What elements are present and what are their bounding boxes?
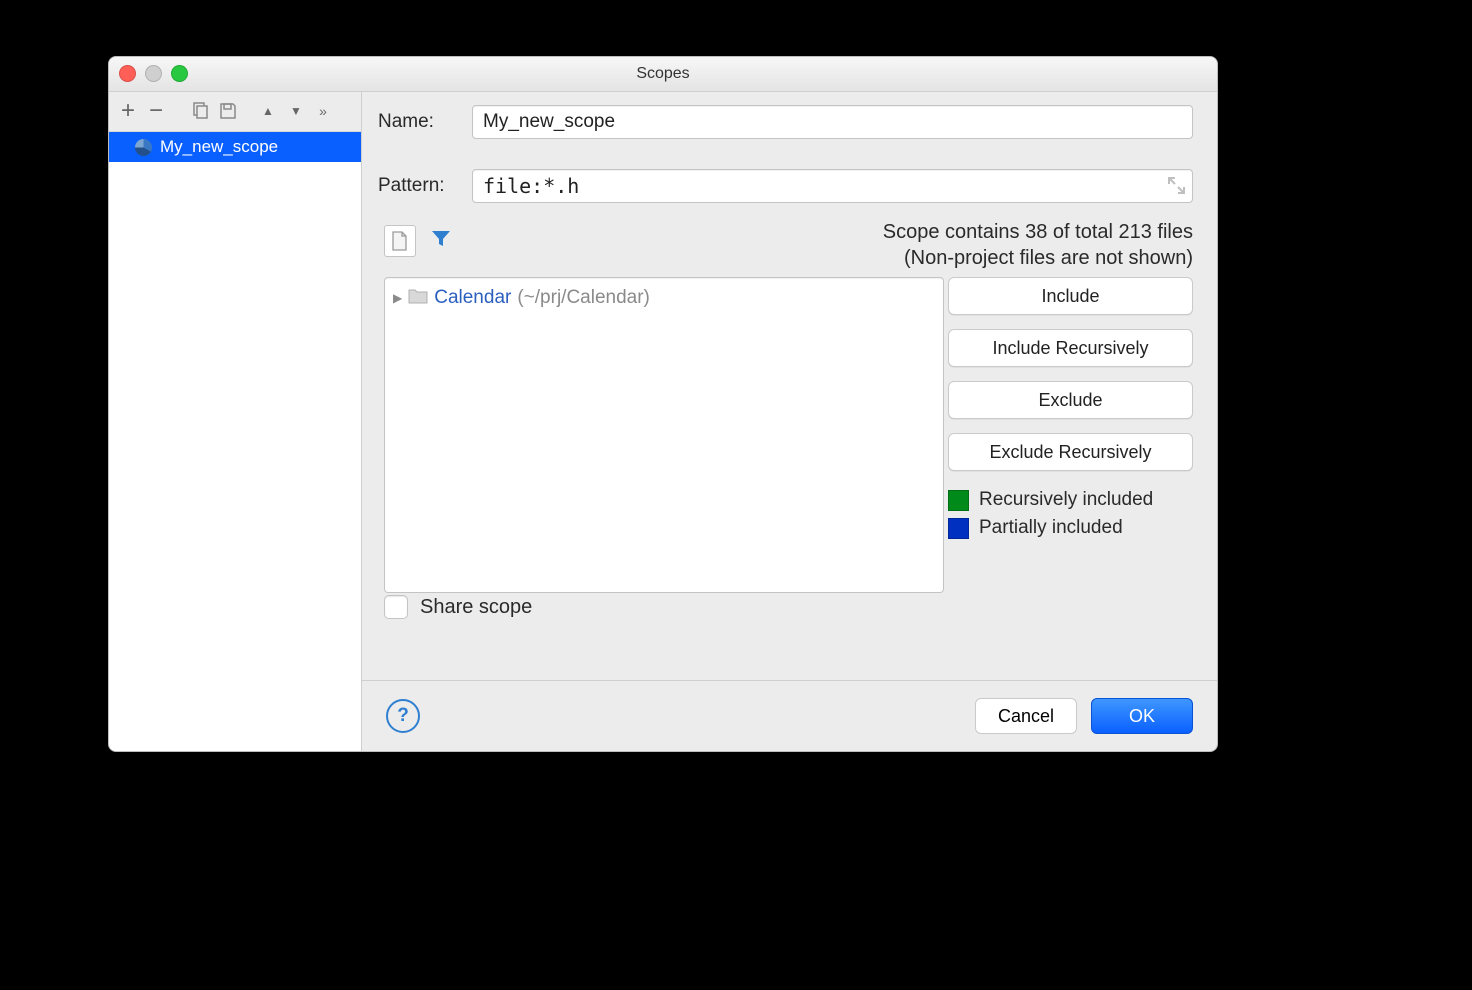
- expand-icon[interactable]: [1167, 176, 1186, 200]
- file-view-toggle[interactable]: [384, 225, 416, 257]
- scope-list: My_new_scope: [109, 132, 361, 751]
- legend-swatch-partial: [948, 518, 969, 539]
- help-button[interactable]: ?: [386, 699, 420, 733]
- exclude-recursively-button[interactable]: Exclude Recursively: [948, 433, 1193, 471]
- window-controls: [119, 65, 188, 82]
- name-label: Name:: [378, 111, 456, 133]
- tree-node-name: Calendar: [434, 287, 511, 309]
- save-icon[interactable]: [217, 100, 239, 122]
- scope-stats: Scope contains 38 of total 213 files (No…: [883, 219, 1193, 271]
- ok-button[interactable]: OK: [1091, 698, 1193, 734]
- dialog-footer: ? Cancel OK: [362, 680, 1217, 751]
- include-recursively-button[interactable]: Include Recursively: [948, 329, 1193, 367]
- tree-row[interactable]: ▶ Calendar (~/prj/Calendar): [393, 284, 935, 312]
- scope-list-item[interactable]: My_new_scope: [109, 132, 361, 162]
- pattern-label: Pattern:: [378, 175, 456, 197]
- titlebar: Scopes: [109, 57, 1217, 92]
- tree-node-path: (~/prj/Calendar): [517, 287, 650, 309]
- main-panel: Name: My_new_scope Pattern: file:*.h: [362, 91, 1217, 751]
- minimize-icon[interactable]: [145, 65, 162, 82]
- file-icon: [391, 231, 409, 251]
- name-input[interactable]: My_new_scope: [472, 105, 1193, 139]
- chevron-up-icon[interactable]: ▲: [257, 100, 279, 122]
- pattern-input[interactable]: file:*.h: [472, 169, 1193, 203]
- disclosure-icon[interactable]: ▶: [393, 291, 402, 305]
- maximize-icon[interactable]: [171, 65, 188, 82]
- scope-icon: [135, 139, 152, 156]
- share-scope-label: Share scope: [420, 596, 532, 619]
- legend-swatch-recursive: [948, 490, 969, 511]
- scopes-dialog: Scopes + − ▲ ▼ »: [108, 56, 1218, 752]
- add-button[interactable]: +: [117, 100, 139, 122]
- overflow-icon[interactable]: »: [313, 100, 335, 122]
- cancel-button[interactable]: Cancel: [975, 698, 1077, 734]
- sidebar-toolbar: + − ▲ ▼ »: [109, 91, 361, 132]
- filter-icon[interactable]: [430, 228, 452, 255]
- sidebar: + − ▲ ▼ » My_new_scope: [109, 91, 362, 751]
- remove-button[interactable]: −: [145, 100, 167, 122]
- file-tree[interactable]: ▶ Calendar (~/prj/Calendar): [384, 277, 944, 593]
- folder-icon: [408, 288, 428, 309]
- exclude-button[interactable]: Exclude: [948, 381, 1193, 419]
- copy-icon[interactable]: [189, 100, 211, 122]
- close-icon[interactable]: [119, 65, 136, 82]
- window-title: Scopes: [636, 65, 689, 83]
- scope-name: My_new_scope: [160, 137, 278, 157]
- chevron-down-icon[interactable]: ▼: [285, 100, 307, 122]
- share-scope-checkbox[interactable]: [384, 595, 408, 619]
- include-button[interactable]: Include: [948, 277, 1193, 315]
- legend: Recursively included Partially included: [948, 489, 1193, 539]
